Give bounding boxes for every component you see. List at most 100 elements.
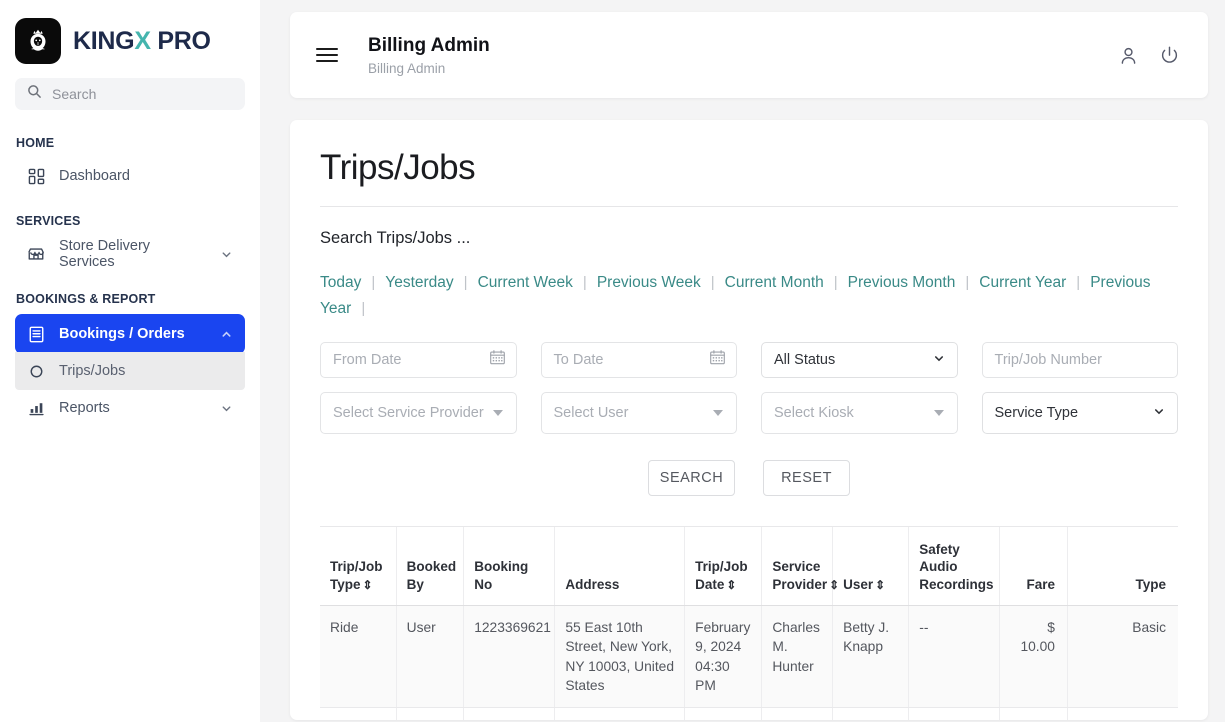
sidebar-item-reports[interactable]: Reports — [15, 390, 245, 426]
cell-safety-audio-recordings: -- — [908, 707, 1001, 720]
quick-filter-current-year[interactable]: Current Year — [979, 274, 1066, 291]
topbar-titles: Billing Admin Billing Admin — [368, 34, 1118, 76]
cell-user: Betty J. Knapp — [832, 605, 910, 708]
trip-number-field-wrap: Trip/Job Number — [981, 341, 1178, 378]
chevron-down-icon — [220, 248, 233, 261]
col-label: Booked By — [406, 559, 457, 592]
brand-accent: X — [134, 26, 151, 55]
col-trip-job-type[interactable]: Trip/Job Type ⇕ — [320, 526, 397, 607]
lion-crown-logo-icon — [15, 18, 61, 64]
quick-filter-yesterday[interactable]: Yesterday — [385, 274, 453, 291]
sidebar-item-trips-jobs[interactable]: Trips/Jobs — [15, 352, 245, 390]
cell-type: 60 minutes — [1067, 707, 1178, 720]
col-trip-job-date[interactable]: Trip/Job Date ⇕ — [684, 526, 763, 607]
table-row[interactable]: Other User 3550064845 Office February Ja… — [320, 707, 1178, 720]
sidebar-item-store-delivery-services[interactable]: Store Delivery Services — [15, 236, 245, 272]
filter-row-2: Select Service Provider Select User Sele… — [320, 391, 1178, 434]
filter-row-1: From Date To Date All Status Trip/Job Nu… — [320, 341, 1178, 378]
user-field-wrap: Select User — [540, 391, 737, 434]
hamburger-menu-icon[interactable] — [316, 48, 338, 62]
sort-updown-icon[interactable]: ⇕ — [363, 578, 373, 592]
col-label: Address — [565, 576, 620, 592]
user-account-icon[interactable] — [1118, 45, 1139, 66]
separator: | — [965, 274, 970, 291]
chevron-up-icon — [220, 328, 233, 341]
user-placeholder: Select User — [553, 404, 629, 421]
col-label: Service Provider — [772, 559, 828, 592]
col-type: Type — [1067, 526, 1178, 607]
sidebar-section-services: SERVICES — [16, 214, 81, 228]
cell-trip-job-type: Ride — [320, 605, 397, 708]
search-icon — [27, 84, 42, 104]
sidebar-item-label: Bookings / Orders — [59, 326, 185, 342]
user-select[interactable]: Select User — [540, 391, 737, 434]
brand-part-1: KING — [73, 26, 135, 55]
table-head: Trip/Job Type ⇕ Booked By Booking No Addr… — [320, 526, 1178, 607]
separator: | — [371, 274, 376, 291]
quick-filter-previous-month[interactable]: Previous Month — [848, 274, 956, 291]
search-heading: Search Trips/Jobs ... — [320, 229, 471, 247]
topbar-subtitle: Billing Admin — [368, 60, 446, 76]
search-button[interactable]: SEARCH — [648, 459, 735, 496]
table-body: Ride User 1223369621 55 East 10th Street… — [320, 605, 1178, 720]
brand[interactable]: KINGX PRO — [15, 0, 245, 78]
quick-filter-current-week[interactable]: Current Week — [478, 274, 573, 291]
service-provider-select[interactable]: Select Service Provider — [320, 391, 517, 434]
topbar-title: Billing Admin — [368, 35, 490, 57]
kiosk-select[interactable]: Select Kiosk — [761, 391, 958, 434]
cell-safety-audio-recordings: -- — [908, 605, 1001, 708]
sidebar-item-label: Dashboard — [59, 168, 130, 184]
cell-user: Julianne — [832, 707, 910, 720]
title-divider — [320, 206, 1178, 207]
sort-updown-icon[interactable]: ⇕ — [829, 578, 839, 592]
sidebar-item-dashboard[interactable]: Dashboard — [15, 158, 245, 194]
service-type-select[interactable]: Service Type — [981, 391, 1178, 434]
col-safety-audio-recordings: Safety Audio Recordings — [908, 526, 1001, 607]
trips-jobs-table-wrapper: Trip/Job Type ⇕ Booked By Booking No Addr… — [320, 525, 1178, 720]
cell-address: Office — [554, 707, 686, 720]
main-content: Billing Admin Billing Admin Trips/Jobs S… — [260, 0, 1225, 722]
cell-booked-by: User — [396, 707, 465, 720]
col-label: Booking No — [474, 559, 529, 592]
col-booked-by: Booked By — [396, 526, 465, 607]
sort-updown-icon[interactable]: ⇕ — [875, 578, 885, 592]
quick-filter-current-month[interactable]: Current Month — [725, 274, 824, 291]
quick-filter-today[interactable]: Today — [320, 274, 361, 291]
separator: | — [833, 274, 838, 291]
col-label: Type — [1135, 576, 1166, 592]
service-provider-placeholder: Select Service Provider — [333, 404, 484, 421]
sidebar-item-bookings-orders[interactable]: Bookings / Orders — [15, 314, 245, 354]
separator: | — [463, 274, 468, 291]
to-date-placeholder: To Date — [553, 351, 604, 368]
from-date-input[interactable]: From Date — [320, 341, 517, 378]
col-label: Trip/Job Type — [330, 559, 383, 592]
sidebar-section-home: HOME — [16, 136, 55, 150]
separator: | — [710, 274, 715, 291]
search-input[interactable]: Search — [15, 78, 245, 110]
col-user[interactable]: User ⇕ — [832, 526, 910, 607]
reset-button[interactable]: RESET — [763, 459, 850, 496]
table-row[interactable]: Ride User 1223369621 55 East 10th Street… — [320, 605, 1178, 708]
status-field-wrap: All Status — [761, 341, 958, 378]
circle-icon — [27, 362, 45, 380]
topbar: Billing Admin Billing Admin — [290, 12, 1208, 98]
col-booking-no: Booking No — [463, 526, 556, 607]
to-date-input[interactable]: To Date — [540, 341, 737, 378]
power-logout-icon[interactable] — [1159, 45, 1180, 66]
document-list-icon — [27, 325, 45, 343]
trip-job-number-input[interactable]: Trip/Job Number — [981, 341, 1178, 378]
search-placeholder: Search — [52, 86, 97, 102]
trips-jobs-table: Trip/Job Type ⇕ Booked By Booking No Addr… — [320, 526, 1178, 720]
col-service-provider[interactable]: Service Provider ⇕ — [761, 526, 839, 607]
cell-fare: $ — [999, 707, 1068, 720]
quick-filter-previous-week[interactable]: Previous Week — [597, 274, 701, 291]
status-select[interactable]: All Status — [761, 341, 958, 378]
kiosk-field-wrap: Select Kiosk — [761, 391, 958, 434]
filter-form: From Date To Date All Status Trip/Job Nu… — [320, 341, 1178, 496]
service-type-selected-value: Service Type — [994, 404, 1079, 421]
cell-trip-job-date: February 9, 2024 04:30 PM — [684, 605, 763, 708]
status-selected-value: All Status — [774, 351, 836, 368]
from-date-placeholder: From Date — [333, 351, 402, 368]
sort-updown-icon[interactable]: ⇕ — [726, 578, 736, 592]
cell-booking-no: 1223369621 — [463, 605, 556, 708]
